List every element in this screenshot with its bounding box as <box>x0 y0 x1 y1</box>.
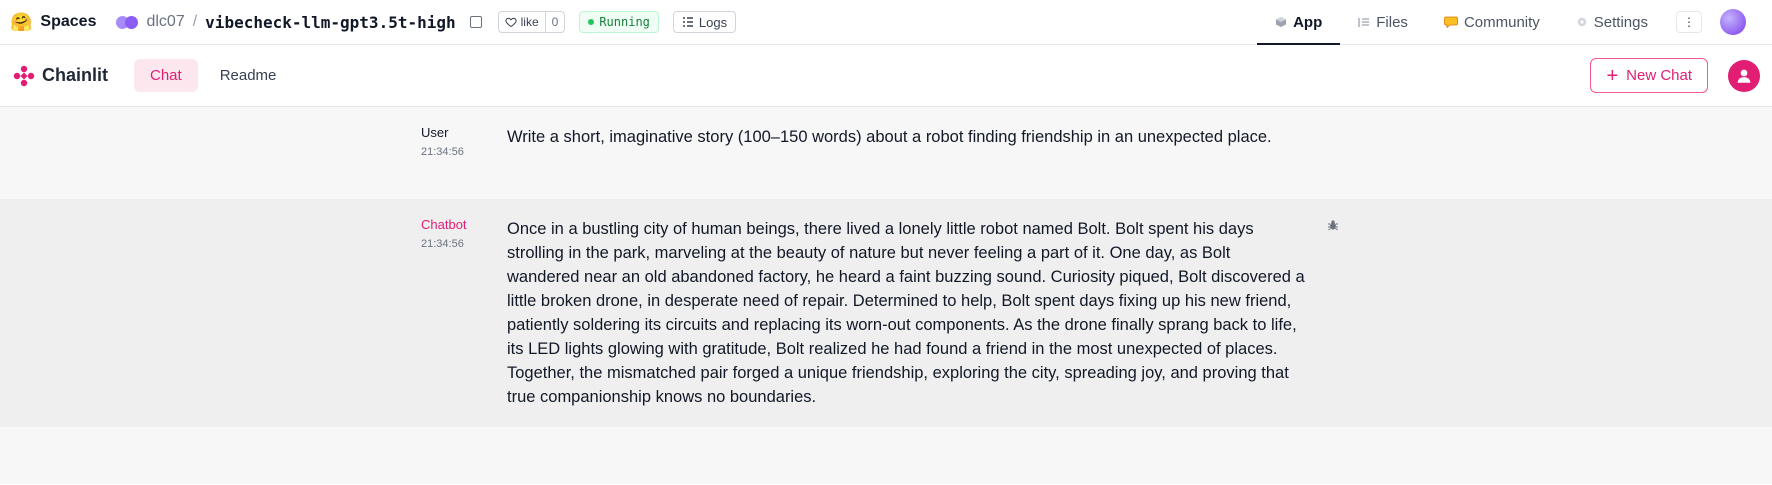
heart-icon <box>505 17 517 28</box>
app-cube-icon <box>1276 17 1287 27</box>
logs-button[interactable]: Logs <box>672 11 737 33</box>
chainlit-logo: Chainlit <box>12 64 108 88</box>
chainlit-header: Chainlit Chat Readme + New Chat <box>0 45 1772 107</box>
message-content: Once in a bustling city of human beings,… <box>507 220 1305 406</box>
message-content: Write a short, imaginative story (100–15… <box>507 128 1272 146</box>
chainlit-brand-text: Chainlit <box>42 65 108 85</box>
tab-app-label: App <box>1293 13 1323 31</box>
new-chat-button[interactable]: + New Chat <box>1590 58 1708 93</box>
tab-community-label: Community <box>1463 13 1540 31</box>
like-button[interactable]: like 0 <box>497 11 566 33</box>
logs-icon <box>682 17 693 27</box>
gear-icon <box>1577 17 1586 27</box>
like-count: 0 <box>551 15 559 29</box>
path-separator: / <box>192 13 198 30</box>
tab-app[interactable]: App <box>1257 0 1341 45</box>
space-title-group: 🤗 Spaces dlc07 / vibecheck-llm-gpt3.5t-h… <box>10 11 737 33</box>
debug-bug-icon[interactable] <box>1327 219 1339 231</box>
plus-icon: + <box>1606 64 1619 87</box>
tab-chat[interactable]: Chat <box>134 59 198 92</box>
message-meta: Chatbot 21:34:56 <box>421 217 507 409</box>
message-timestamp: 21:34:56 <box>421 146 464 158</box>
status-badge[interactable]: Running <box>579 11 659 33</box>
message-list: User 21:34:56 Write a short, imaginative… <box>0 107 1772 484</box>
chainlit-logo-icon <box>13 65 35 86</box>
message-chatbot: Chatbot 21:34:56 Once in a bustling city… <box>0 199 1772 427</box>
avatar[interactable] <box>1720 9 1746 35</box>
person-icon <box>1737 69 1751 83</box>
owner-avatar-icon <box>116 15 139 29</box>
space-owner-link[interactable]: dlc07 <box>146 13 184 31</box>
chainlit-actions: + New Chat <box>1590 58 1760 93</box>
community-icon <box>1444 16 1458 28</box>
message-meta: User 21:34:56 <box>421 125 507 181</box>
more-options-icon[interactable]: ⋮ <box>1676 11 1702 33</box>
like-label: like <box>520 15 539 29</box>
logs-label: Logs <box>698 14 728 30</box>
tab-settings[interactable]: Settings <box>1558 0 1666 44</box>
message-user: User 21:34:56 Write a short, imaginative… <box>0 107 1772 199</box>
message-timestamp: 21:34:56 <box>421 238 464 250</box>
spaces-link[interactable]: Spaces <box>40 13 96 31</box>
new-chat-label: New Chat <box>1626 67 1692 84</box>
tab-community[interactable]: Community <box>1426 0 1558 44</box>
hf-space-header: 🤗 Spaces dlc07 / vibecheck-llm-gpt3.5t-h… <box>0 0 1772 45</box>
tab-settings-label: Settings <box>1593 13 1648 31</box>
status-text: Running <box>599 15 650 29</box>
hugging-face-logo-icon[interactable]: 🤗 <box>10 12 32 33</box>
tab-files-label: Files <box>1376 13 1408 31</box>
message-author: User <box>421 125 449 140</box>
tab-readme[interactable]: Readme <box>204 59 293 92</box>
files-icon <box>1358 18 1370 27</box>
user-profile-icon[interactable] <box>1728 59 1760 92</box>
message-author: Chatbot <box>421 217 467 232</box>
space-tabs: App Files Community Settings ⋮ <box>1257 0 1762 45</box>
status-dot-icon <box>588 19 595 25</box>
copy-icon[interactable] <box>469 16 482 28</box>
space-repo-link[interactable]: vibecheck-llm-gpt3.5t-high <box>205 13 455 32</box>
tab-files[interactable]: Files <box>1340 0 1426 44</box>
